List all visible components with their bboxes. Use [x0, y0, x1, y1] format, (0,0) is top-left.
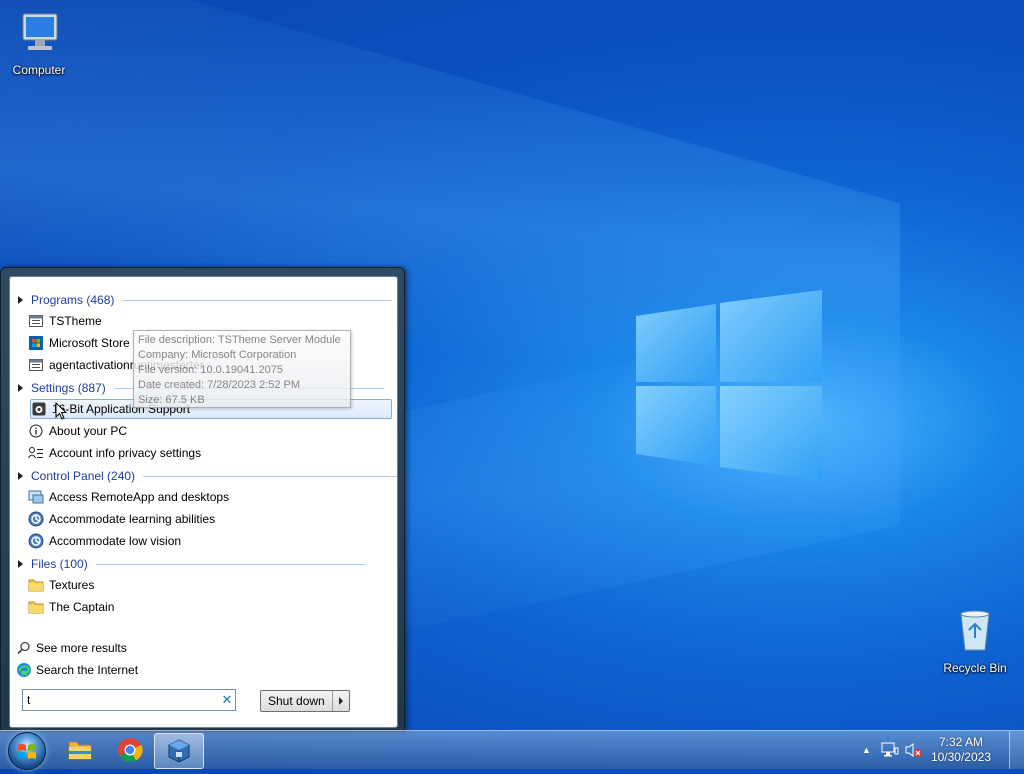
taskbar: ▲ 7:32 AM 10/30/2023	[0, 730, 1024, 770]
show-hidden-icons-arrow-icon[interactable]: ▲	[862, 745, 871, 755]
taskbar-file-explorer[interactable]	[56, 733, 104, 767]
result-item[interactable]: TSTheme	[28, 311, 390, 331]
expand-arrow-icon	[18, 384, 23, 392]
desktop-icon-recycle-bin[interactable]: Recycle Bin	[938, 606, 1012, 675]
microsoft-store-icon	[28, 335, 44, 351]
folder-icon	[28, 599, 44, 615]
edge-icon	[16, 662, 32, 678]
volume-muted-icon[interactable]	[905, 742, 923, 758]
result-item[interactable]: About your PC	[28, 421, 390, 441]
info-icon	[28, 423, 44, 439]
taskbar-chrome[interactable]	[106, 733, 154, 767]
clear-search-icon[interactable]: ✕	[219, 692, 235, 708]
mouse-cursor-icon	[55, 402, 67, 420]
chrome-icon	[118, 738, 143, 763]
taskbar-virtualbox[interactable]	[154, 733, 204, 769]
desktop-icon-computer[interactable]: Computer	[2, 8, 76, 77]
system-tray: ▲ 7:32 AM 10/30/2023	[862, 731, 1024, 769]
search-icon	[16, 640, 32, 656]
result-item[interactable]: The Captain	[28, 597, 390, 617]
result-item[interactable]: Accommodate learning abilities	[28, 509, 390, 529]
remoteapp-icon	[28, 489, 44, 505]
result-item[interactable]: Access RemoteApp and desktops	[28, 487, 390, 507]
clock[interactable]: 7:32 AM 10/30/2023	[931, 735, 991, 765]
expand-arrow-icon	[18, 560, 23, 568]
start-button[interactable]	[8, 732, 46, 770]
shutdown-button[interactable]: Shut down	[261, 691, 333, 711]
account-info-icon	[28, 445, 44, 461]
result-item[interactable]: Accommodate low vision	[28, 531, 390, 551]
file-info-tooltip: File description: TSTheme Server Module …	[133, 330, 351, 408]
result-item[interactable]: Textures	[28, 575, 390, 595]
ease-of-access-icon	[28, 533, 44, 549]
expand-arrow-icon	[18, 472, 23, 480]
show-desktop-button[interactable]	[1009, 731, 1024, 769]
windows-logo-wallpaper	[636, 290, 822, 480]
expand-arrow-icon	[18, 296, 23, 304]
recycle-bin-icon	[960, 610, 990, 651]
shutdown-options-arrow-icon[interactable]	[333, 691, 349, 711]
program-window-icon	[28, 357, 44, 373]
ease-of-access-icon	[28, 511, 44, 527]
section-header-control-panel[interactable]: Control Panel (240)	[18, 467, 397, 485]
folder-icon	[28, 577, 44, 593]
shutdown-split-button[interactable]: Shut down	[260, 690, 350, 712]
program-window-icon	[28, 313, 44, 329]
network-icon[interactable]	[881, 742, 899, 758]
virtualbox-icon	[168, 739, 190, 763]
start-search-box[interactable]: ✕	[22, 689, 236, 711]
desktop-icon-label: Recycle Bin	[943, 661, 1007, 675]
section-header-programs[interactable]: Programs (468)	[18, 291, 393, 309]
computer-icon	[22, 13, 58, 50]
file-explorer-icon	[68, 741, 92, 760]
settings-app-icon	[31, 401, 47, 417]
desktop-icon-label: Computer	[12, 63, 66, 77]
result-item[interactable]: Account info privacy settings	[28, 443, 390, 463]
windows-flag-icon	[18, 744, 36, 759]
section-header-files[interactable]: Files (100)	[18, 555, 366, 573]
search-input[interactable]	[23, 692, 219, 708]
see-more-results-link[interactable]: See more results	[16, 638, 127, 658]
search-internet-link[interactable]: Search the Internet	[16, 660, 138, 680]
